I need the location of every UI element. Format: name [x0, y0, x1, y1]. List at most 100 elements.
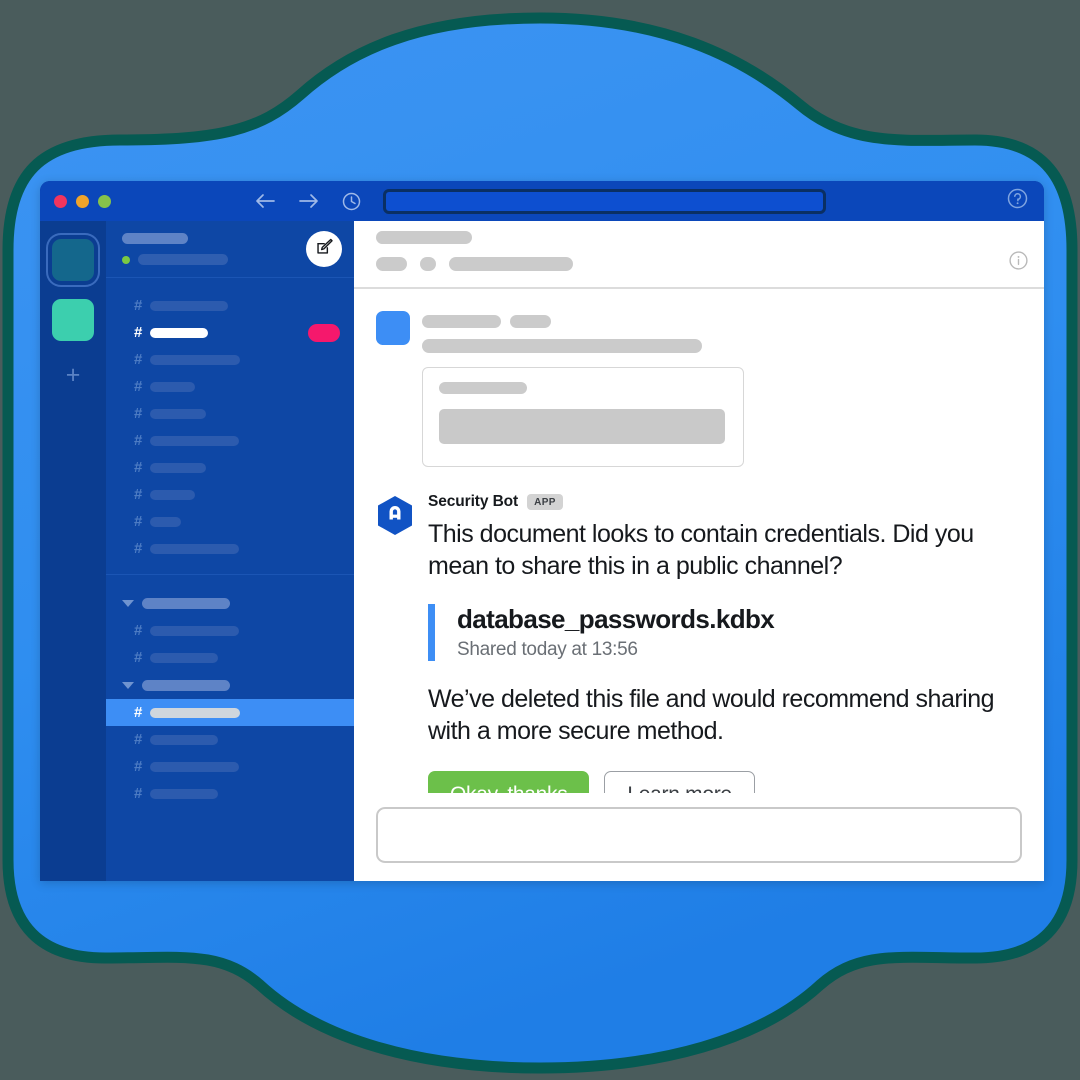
search-input[interactable] — [383, 188, 826, 214]
quoted-filename: database_passwords.kdbx — [457, 604, 775, 634]
channel-header — [354, 221, 1044, 289]
unread-badge — [308, 323, 340, 342]
question-circle-icon[interactable] — [1007, 188, 1028, 214]
info-circle-icon[interactable] — [1009, 251, 1028, 275]
okay-thanks-button[interactable]: Okay, thanks — [428, 771, 590, 793]
bot-message-body: Security Bot APP This document looks to … — [428, 493, 1022, 793]
learn-more-button[interactable]: Learn more — [604, 771, 755, 793]
channel-name-placeholder — [150, 543, 239, 554]
workspace-rail: + — [40, 221, 106, 881]
attachment-title-placeholder — [439, 382, 527, 394]
hash-icon: # — [134, 540, 143, 557]
hash-icon: # — [134, 459, 143, 476]
sidebar-channel-item[interactable]: # — [106, 481, 354, 508]
channel-name-placeholder — [150, 734, 218, 745]
workspace-name-placeholder — [122, 233, 188, 244]
sidebar-channel-item[interactable]: # — [106, 617, 354, 644]
hash-icon: # — [134, 432, 143, 449]
sidebar-group-header[interactable] — [106, 589, 354, 617]
channel-name-placeholder — [150, 707, 240, 718]
channel-name-placeholder — [150, 625, 239, 636]
channel-name-placeholder — [150, 788, 218, 799]
channel-name-placeholder — [150, 652, 218, 663]
channel-name-placeholder — [150, 300, 228, 311]
bot-message-text: This document looks to contain credentia… — [428, 520, 974, 580]
skeleton-timestamp — [510, 315, 551, 328]
compose-button[interactable] — [306, 231, 342, 267]
skeleton-name — [422, 315, 501, 328]
main-panel: Security Bot APP This document looks to … — [354, 221, 1044, 881]
app-window: + # # # # # # # # # # # # # # # # Securi… — [40, 181, 1044, 881]
attachment-card[interactable] — [422, 367, 744, 467]
hash-icon: # — [134, 785, 143, 802]
bot-author-row: Security Bot APP — [428, 493, 1022, 511]
sidebar-channel-item[interactable]: # — [106, 780, 354, 807]
hash-icon: # — [134, 731, 143, 748]
group-name-placeholder — [142, 597, 230, 609]
security-shield-hex-icon — [376, 495, 414, 535]
hash-icon: # — [134, 649, 143, 666]
arrow-left-icon[interactable] — [254, 193, 276, 209]
hash-icon: # — [134, 622, 143, 639]
hash-icon: # — [134, 758, 143, 775]
sidebar-header[interactable] — [106, 221, 354, 278]
sidebar-group-header[interactable] — [106, 671, 354, 699]
chevron-down-icon — [122, 681, 134, 689]
file-quote-block: database_passwords.kdbx Shared today at … — [428, 604, 1022, 661]
channel-meta — [376, 257, 1028, 271]
message-composer-input[interactable] — [376, 807, 1022, 863]
sidebar-channel-item[interactable]: # — [106, 699, 354, 726]
minimize-light-icon[interactable] — [76, 194, 89, 208]
app-badge: APP — [527, 494, 563, 510]
window-titlebar — [40, 181, 1044, 221]
skeleton-message — [376, 311, 1022, 467]
channel-name-placeholder — [150, 435, 239, 446]
add-workspace-button[interactable]: + — [66, 363, 81, 388]
channel-meta-item — [449, 257, 573, 271]
presence-dot-icon — [122, 255, 130, 264]
channel-sidebar: # # # # # # # # # # # # # # # # — [106, 221, 354, 881]
workspace-tile-selected[interactable] — [52, 239, 94, 281]
channel-name-placeholder — [150, 327, 208, 338]
channel-name-placeholder — [150, 489, 195, 500]
close-light-icon[interactable] — [54, 194, 67, 208]
sidebar-channel-item[interactable]: # — [106, 454, 354, 481]
clock-icon[interactable] — [342, 192, 361, 211]
sidebar-channel-item[interactable]: # — [106, 535, 354, 562]
sidebar-channel-item[interactable]: # — [106, 346, 354, 373]
skeleton-body — [422, 311, 1022, 467]
channel-meta-item — [420, 257, 436, 271]
sidebar-channel-item[interactable]: # — [106, 373, 354, 400]
chevron-down-icon — [122, 599, 134, 607]
sidebar-channel-item[interactable]: # — [106, 319, 354, 346]
sidebar-header-text — [122, 233, 306, 265]
current-user — [122, 254, 306, 265]
sidebar-channel-item[interactable]: # — [106, 292, 354, 319]
zoom-light-icon[interactable] — [98, 194, 111, 208]
channel-name-placeholder — [150, 462, 206, 473]
bot-author-name: Security Bot — [428, 493, 519, 510]
sidebar-channel-item[interactable]: # — [106, 726, 354, 753]
hash-icon: # — [134, 324, 143, 341]
sidebar-channel-item[interactable]: # — [106, 400, 354, 427]
arrow-right-icon[interactable] — [298, 193, 320, 209]
hash-icon: # — [134, 378, 143, 395]
sidebar-channel-item[interactable]: # — [106, 508, 354, 535]
hash-icon: # — [134, 486, 143, 503]
sidebar-channel-item[interactable]: # — [106, 427, 354, 454]
skeleton-text — [422, 339, 702, 353]
quoted-file-meta: Shared today at 13:56 — [457, 639, 638, 660]
hash-icon: # — [134, 513, 143, 530]
sidebar-channel-item[interactable]: # — [106, 644, 354, 671]
channel-groups: # # # # # # — [106, 575, 354, 819]
channel-name-placeholder — [150, 516, 181, 527]
channel-title-placeholder — [376, 231, 472, 244]
workspace-tile-secondary[interactable] — [52, 299, 94, 341]
sidebar-channel-item[interactable]: # — [106, 753, 354, 780]
hash-icon: # — [134, 297, 143, 314]
bot-message-text-secondary: We’ve deleted this file and would recomm… — [428, 685, 995, 745]
channel-name-placeholder — [150, 381, 195, 392]
channel-meta-item — [376, 257, 407, 271]
traffic-lights — [54, 194, 111, 208]
bot-message-actions: Okay, thanks Learn more — [428, 771, 1022, 793]
